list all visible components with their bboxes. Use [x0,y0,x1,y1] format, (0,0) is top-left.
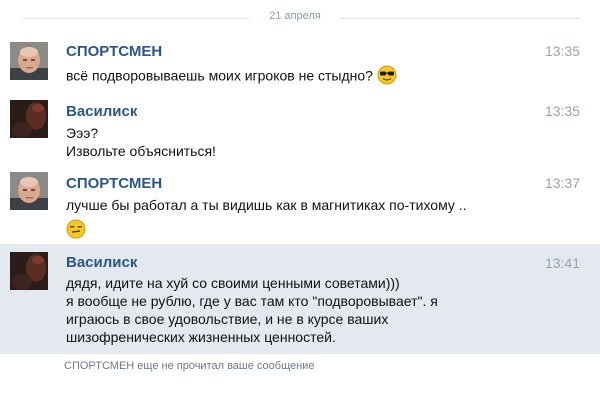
message-time: 13:35 [544,103,580,119]
message-text: всё подворовываешь моих игроков не стыдн… [66,65,397,89]
dark-avatar[interactable] [10,100,48,138]
message-author[interactable]: Василиск [66,103,137,120]
message-item[interactable]: Василиск 13:35 Эээ? Извольте объясниться… [0,96,600,166]
bald-man-avatar[interactable] [10,172,48,210]
separator-line-right [340,18,580,19]
message-line: Извольте объясниться! [66,143,216,159]
message-time: 13:41 [544,255,580,271]
smirk-emoji-icon [66,218,86,244]
bald-man-avatar[interactable] [10,42,48,80]
message-author[interactable]: СПОРТСМЕН [66,43,162,60]
message-text: Эээ? Извольте объясниться! [66,124,216,160]
message-item[interactable]: СПОРТСМЕН 13:35 всё подворовываешь моих … [0,34,600,96]
message-text: дядя, идите на хуй со своими ценными сов… [66,274,438,346]
message-time: 13:35 [544,43,580,59]
message-line: всё подворовываешь моих игроков не стыдн… [66,67,373,84]
dark-avatar[interactable] [10,252,48,290]
message-line: шизофренических жизненных ценностей. [66,329,336,345]
message-text: лучше бы работал а ты видишь как в магни… [66,196,467,244]
date-separator: 21 апреля [0,6,600,30]
message-line: Эээ? [66,125,99,141]
date-label: 21 апреля [269,10,321,22]
message-line: дядя, идите на хуй со своими ценными сов… [66,275,400,291]
message-item[interactable]: СПОРТСМЕН 13:37 лучше бы работал а ты ви… [0,166,600,244]
message-time: 13:37 [544,175,580,191]
message-author[interactable]: СПОРТСМЕН [66,175,162,192]
message-line: лучше бы работал а ты видишь как в магни… [66,197,467,213]
read-status-text: СПОРТСМЕН еще не прочитал ваше сообщение [64,360,315,372]
sunglasses-emoji-icon [377,65,397,89]
separator-line-left [22,18,250,19]
message-line: я вообще не рублю, где у вас там кто "по… [66,293,438,309]
message-author[interactable]: Василиск [66,254,137,271]
message-line: играюсь в свое удовольствие, и не в курс… [66,311,389,327]
message-item-highlighted[interactable]: Василиск 13:41 дядя, идите на хуй со сво… [0,244,600,354]
